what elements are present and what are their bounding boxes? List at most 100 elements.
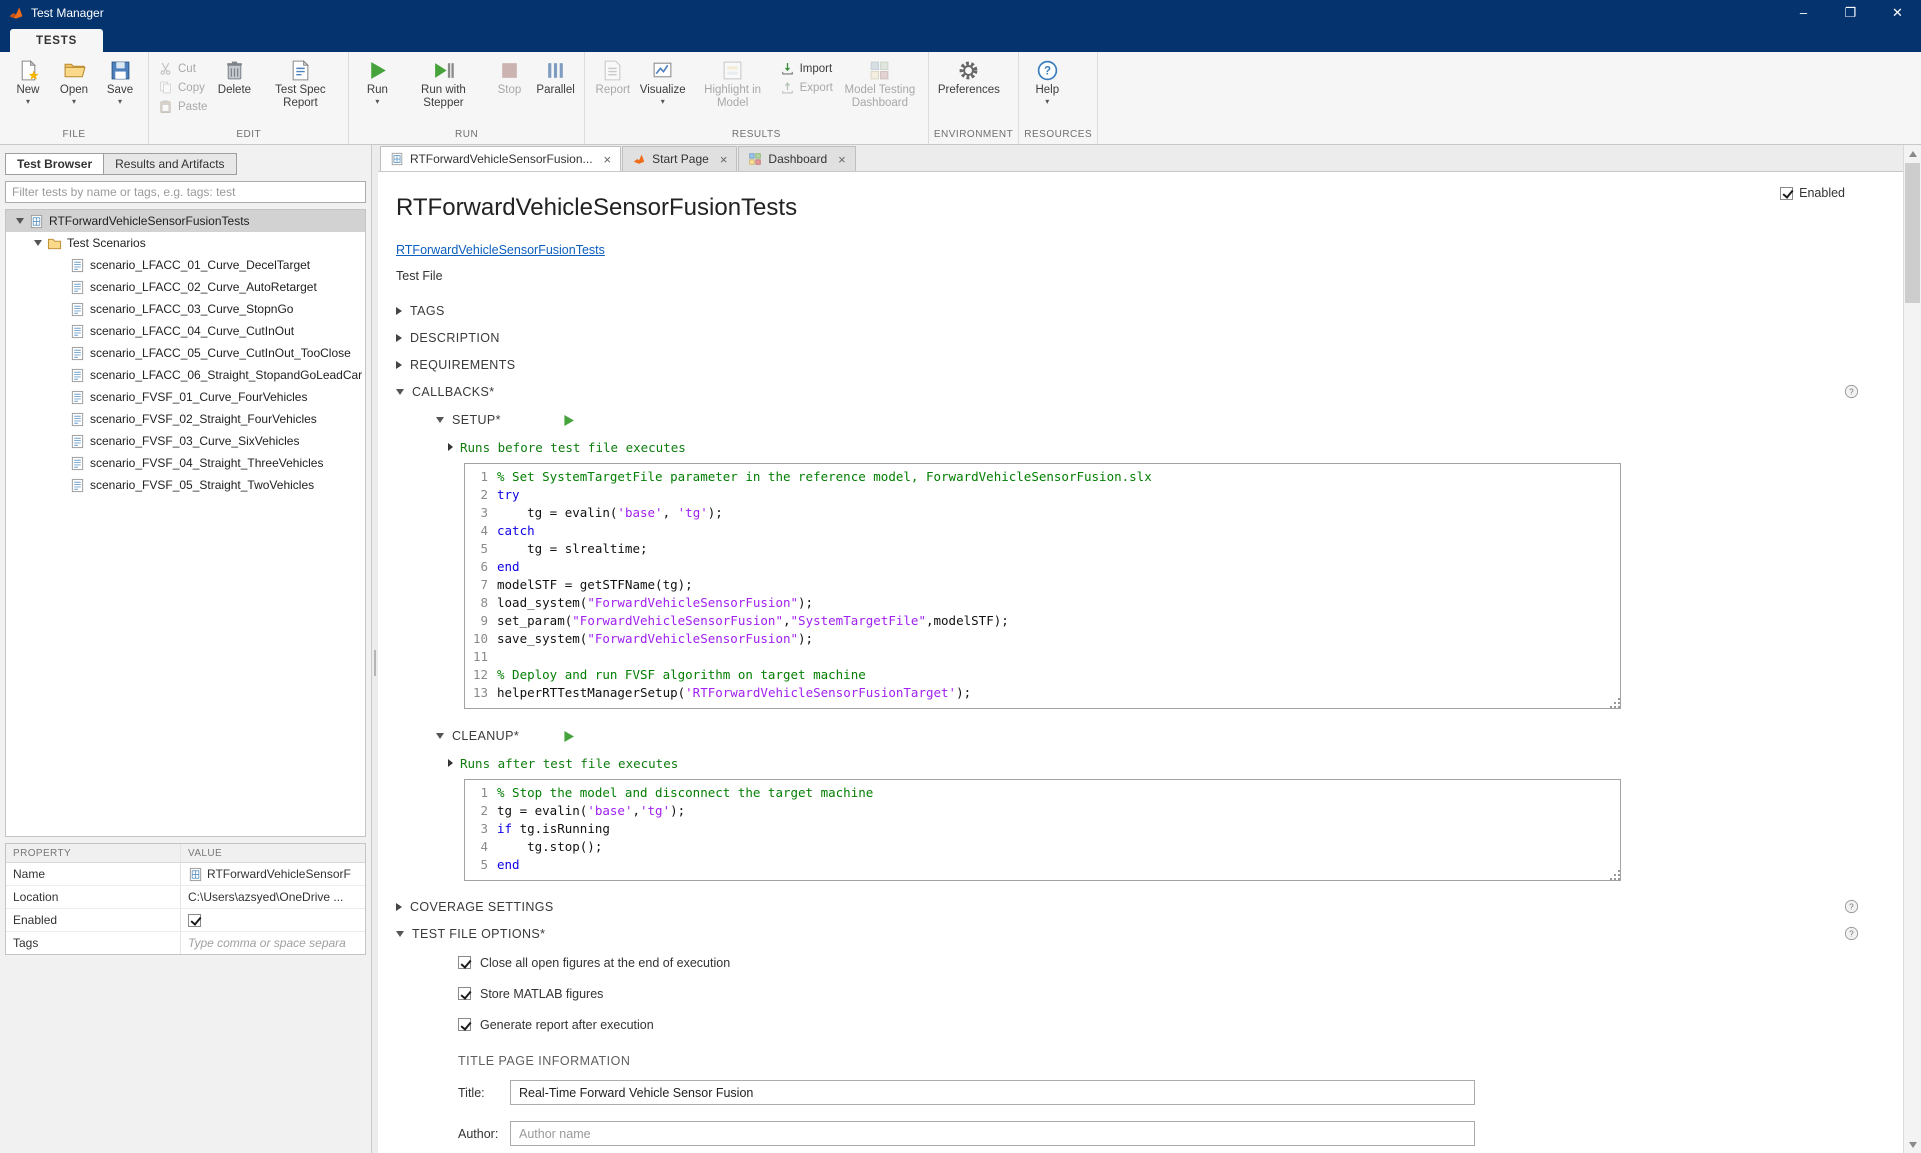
report-icon (601, 59, 624, 82)
option-store-matlab-figures[interactable]: Store MATLAB figures (458, 978, 1903, 1009)
line-number: 5 (465, 856, 497, 874)
toolbar-help-button[interactable]: ?Help▾ (1024, 54, 1070, 129)
code-text: % Set SystemTargetFile parameter in the … (497, 468, 1152, 486)
tree-item-scenario[interactable]: scenario_FVSF_03_Curve_SixVehicles (6, 430, 365, 452)
tree-item-label: scenario_FVSF_02_Straight_FourVehicles (90, 412, 317, 426)
code-line: 3if tg.isRunning (465, 820, 1612, 838)
section-callbacks[interactable]: CALLBACKS* ? (396, 378, 1903, 405)
section-tags[interactable]: TAGS (396, 297, 1903, 324)
tree-item-root[interactable]: RTForwardVehicleSensorFusionTests (6, 210, 365, 232)
tree-item-scenario[interactable]: scenario_LFACC_05_Curve_CutInOut_TooClos… (6, 342, 365, 364)
toolbar-delete-button[interactable]: Delete (211, 54, 257, 129)
open-folder-icon (63, 59, 86, 82)
section-test-file-options[interactable]: TEST FILE OPTIONS* ? (396, 920, 1903, 947)
toolbar-section-resources: ?Help▾RESOURCES (1019, 52, 1098, 144)
property-placeholder-text: Type comma or space separa (188, 936, 346, 950)
run-cleanup-button[interactable] (561, 729, 576, 744)
property-rows: NameRTForwardVehicleSensorFLocationC:\Us… (6, 863, 365, 955)
checkbox-icon[interactable] (458, 987, 471, 1000)
scrollbar-thumb[interactable] (1905, 163, 1920, 303)
cleanup-hint[interactable]: Runs after test file executes (448, 751, 1903, 775)
vertical-scrollbar[interactable] (1903, 145, 1921, 1153)
tree-item-scenario[interactable]: scenario_LFACC_02_Curve_AutoRetarget (6, 276, 365, 298)
section-coverage-settings[interactable]: COVERAGE SETTINGS ? (396, 893, 1903, 920)
tree-item-scenario[interactable]: scenario_LFACC_06_Straight_StopandGoLead… (6, 364, 365, 386)
help-icon[interactable]: ? (1844, 899, 1859, 914)
close-button[interactable]: ✕ (1874, 0, 1921, 25)
property-value-cell[interactable]: RTForwardVehicleSensorF (181, 863, 365, 885)
section-setup[interactable]: SETUP* (436, 405, 1903, 435)
toolbar-copy-button: Copy (154, 78, 211, 97)
resize-grip-icon[interactable] (1614, 874, 1616, 876)
property-row-tags: TagsType comma or space separa (6, 932, 365, 955)
expand-arrow-icon[interactable] (34, 240, 42, 246)
code-line: 5 tg = slrealtime; (465, 540, 1612, 558)
tree-item-scenario[interactable]: scenario_FVSF_05_Straight_TwoVehicles (6, 474, 365, 496)
help-icon[interactable]: ? (1844, 384, 1859, 399)
property-value-cell[interactable] (181, 909, 365, 931)
option-label: Generate report after execution (480, 1018, 654, 1032)
minimize-button[interactable]: – (1780, 0, 1827, 25)
close-icon[interactable]: × (720, 153, 728, 166)
close-icon[interactable]: × (604, 153, 612, 166)
tree-item-scenario[interactable]: scenario_LFACC_04_Curve_CutInOut (6, 320, 365, 342)
button-label: Preferences (938, 84, 1000, 97)
option-close-all-open-figures-at-the-end-of-execution[interactable]: Close all open figures at the end of exe… (458, 947, 1903, 978)
scroll-up-button[interactable] (1904, 145, 1921, 162)
tree-item-scenario[interactable]: scenario_FVSF_01_Curve_FourVehicles (6, 386, 365, 408)
section-description[interactable]: DESCRIPTION (396, 324, 1903, 351)
toolbar-import-button[interactable]: Import (776, 59, 837, 78)
checkbox-icon[interactable] (458, 956, 471, 969)
maximize-button[interactable]: ❐ (1827, 0, 1874, 25)
toolbar-save-button[interactable]: Save▾ (97, 54, 143, 129)
author-input[interactable] (510, 1121, 1475, 1146)
filter-input[interactable] (5, 181, 366, 203)
tab-tests[interactable]: TESTS (10, 29, 103, 52)
tab-results-and-artifacts[interactable]: Results and Artifacts (104, 153, 236, 175)
checkbox-icon[interactable] (188, 914, 201, 927)
setup-code-editor[interactable]: 1% Set SystemTargetFile parameter in the… (464, 463, 1621, 709)
close-icon[interactable]: × (838, 153, 846, 166)
tree-item-scenario[interactable]: scenario_LFACC_01_Curve_DecelTarget (6, 254, 365, 276)
toolbar-preferences-button[interactable]: Preferences (934, 54, 1004, 129)
help-icon[interactable]: ? (1844, 926, 1859, 941)
document-area: RTForwardVehicleSensorFusion...×Start Pa… (378, 145, 1903, 1153)
scroll-down-button[interactable] (1904, 1136, 1921, 1153)
doc-tab-dashboard[interactable]: Dashboard× (738, 146, 855, 171)
run-setup-button[interactable] (561, 413, 576, 428)
doc-tab-rtforwardvehiclesensorfusion[interactable]: RTForwardVehicleSensorFusion...× (380, 146, 621, 171)
toolbar-visualize-button[interactable]: Visualize▾ (636, 54, 690, 129)
setup-hint[interactable]: Runs before test file executes (448, 435, 1903, 459)
line-number: 8 (465, 594, 497, 612)
section-cleanup[interactable]: CLEANUP* (436, 721, 1903, 751)
doc-icon (70, 258, 85, 273)
expand-arrow-icon[interactable] (16, 218, 24, 224)
resize-grip-icon[interactable] (1614, 702, 1616, 704)
property-value-cell[interactable]: Type comma or space separa (181, 932, 365, 954)
dropdown-caret-icon: ▾ (1045, 98, 1049, 106)
enabled-checkbox[interactable]: Enabled (1780, 186, 1845, 200)
tree-item-test-scenarios[interactable]: Test Scenarios (6, 232, 365, 254)
title-input[interactable] (510, 1080, 1475, 1105)
toolbar-open-button[interactable]: Open▾ (51, 54, 97, 129)
tree-item-label: scenario_LFACC_04_Curve_CutInOut (90, 324, 294, 338)
toolbar-run-with-stepper-button[interactable]: Run with Stepper (400, 54, 486, 129)
toolbar-parallel-button[interactable]: Parallel (532, 54, 578, 129)
toolbar-section-run: Run▾Run with StepperStopParallelRUN (349, 52, 584, 144)
tree-item-scenario[interactable]: scenario_LFACC_03_Curve_StopnGo (6, 298, 365, 320)
option-generate-report-after-execution[interactable]: Generate report after execution (458, 1009, 1903, 1040)
tree-item-label: scenario_LFACC_05_Curve_CutInOut_TooClos… (90, 346, 351, 360)
toolbar-run-button[interactable]: Run▾ (354, 54, 400, 129)
section-requirements[interactable]: REQUIREMENTS (396, 351, 1903, 378)
test-file-link[interactable]: RTForwardVehicleSensorFusionTests (396, 243, 605, 257)
doc-tab-start-page[interactable]: Start Page× (622, 146, 737, 171)
toolbar-test-spec-report-button[interactable]: Test Spec Report (257, 54, 343, 129)
cleanup-code-editor[interactable]: 1% Stop the model and disconnect the tar… (464, 779, 1621, 881)
toolbar-new-button[interactable]: New▾ (5, 54, 51, 129)
tab-test-browser[interactable]: Test Browser (5, 153, 104, 175)
tree-item-scenario[interactable]: scenario_FVSF_02_Straight_FourVehicles (6, 408, 365, 430)
line-number: 3 (465, 504, 497, 522)
property-value-cell[interactable]: C:\Users\azsyed\OneDrive ... (181, 886, 365, 908)
tree-item-scenario[interactable]: scenario_FVSF_04_Straight_ThreeVehicles (6, 452, 365, 474)
checkbox-icon[interactable] (458, 1018, 471, 1031)
